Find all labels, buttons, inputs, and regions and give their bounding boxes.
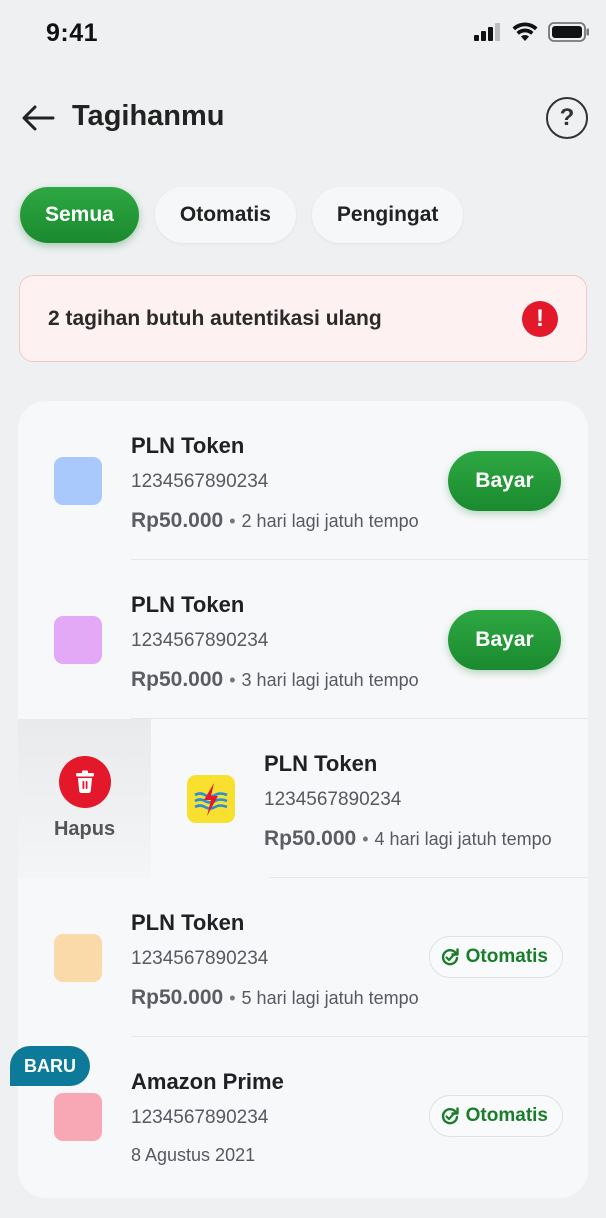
bill-due: 3 hari lagi jatuh tempo: [241, 670, 419, 690]
reauth-alert-banner[interactable]: 2 tagihan butuh autentikasi ulang !: [19, 275, 587, 362]
page-title: Tagihanmu: [72, 100, 225, 132]
biller-logo: [54, 616, 102, 664]
bill-list: PLN Token 1234567890234 Rp50.000 • 2 hari …: [18, 401, 588, 1198]
biller-logo: [54, 457, 102, 505]
help-button[interactable]: ?: [546, 97, 588, 139]
bill-name: PLN Token: [131, 433, 245, 458]
bill-row-swiped[interactable]: Hapus PLN Token 1234567890234 Rp50.000 • 4…: [18, 719, 588, 878]
bill-number: 1234567890234: [131, 1107, 269, 1128]
pay-button[interactable]: Bayar: [448, 610, 561, 670]
autopay-chip[interactable]: Otomatis: [428, 1095, 563, 1137]
biller-logo: [54, 1093, 102, 1141]
bill-name: Amazon Prime: [131, 1069, 284, 1094]
autopay-label: Otomatis: [465, 946, 548, 967]
status-bar: 9:41: [0, 0, 606, 70]
back-button[interactable]: [20, 100, 56, 136]
tab-pengingat[interactable]: Pengingat: [311, 187, 464, 243]
bill-amount: Rp50.000: [131, 986, 224, 1009]
trash-icon: [58, 756, 111, 808]
bill-row[interactable]: PLN Token 1234567890234 Rp50.000 • 2 hari …: [18, 401, 588, 560]
new-badge: BARU: [10, 1046, 90, 1086]
alert-text: 2 tagihan butuh autentikasi ulang: [48, 306, 382, 330]
delete-label: Hapus: [53, 818, 116, 840]
bill-due: 5 hari lagi jatuh tempo: [241, 988, 419, 1008]
bill-name: PLN Token: [131, 592, 245, 617]
bill-name: PLN Token: [131, 910, 245, 935]
auto-refresh-icon: [441, 948, 459, 966]
bill-meta: Rp50.000 • 3 hari lagi jatuh tempo: [131, 668, 419, 691]
bill-meta: Rp50.000 • 4 hari lagi jatuh tempo: [264, 827, 552, 850]
bill-row[interactable]: Amazon Prime 1234567890234 8 Agustus 202…: [18, 1037, 588, 1196]
pln-logo-icon: [187, 775, 235, 823]
bill-number: 1234567890234: [131, 471, 269, 492]
biller-logo: [54, 934, 102, 982]
bill-date: 8 Agustus 2021: [131, 1145, 256, 1165]
status-time: 9:41: [46, 19, 99, 47]
bill-number: 1234567890234: [131, 630, 269, 651]
autopay-label: Otomatis: [465, 1105, 548, 1126]
header: Tagihanmu ?: [0, 90, 606, 150]
help-icon: ?: [559, 104, 575, 131]
delete-button[interactable]: Hapus: [18, 719, 151, 878]
wifi-icon: [512, 22, 538, 41]
status-icons: [474, 22, 590, 42]
bill-row[interactable]: PLN Token 1234567890234 Rp50.000 • 5 hari …: [18, 878, 588, 1037]
bill-number: 1234567890234: [264, 789, 402, 810]
bill-amount: Rp50.000: [131, 509, 224, 532]
bill-name: PLN Token: [264, 751, 378, 776]
bill-due: 2 hari lagi jatuh tempo: [241, 511, 419, 531]
tab-otomatis[interactable]: Otomatis: [154, 187, 296, 243]
filter-tabs: Semua Otomatis Pengingat: [20, 187, 464, 243]
arrow-left-icon: [22, 105, 55, 131]
bill-due: 4 hari lagi jatuh tempo: [374, 829, 552, 849]
bill-number: 1234567890234: [131, 948, 269, 969]
bill-amount: Rp50.000: [264, 827, 357, 850]
bill-amount: Rp50.000: [131, 668, 224, 691]
bill-meta: Rp50.000 • 2 hari lagi jatuh tempo: [131, 509, 419, 532]
auto-refresh-icon: [441, 1107, 459, 1125]
signal-icon: [474, 23, 500, 41]
pay-button[interactable]: Bayar: [448, 451, 561, 511]
bill-meta: Rp50.000 • 5 hari lagi jatuh tempo: [131, 986, 419, 1009]
battery-icon: [548, 22, 589, 42]
exclamation-icon: !: [522, 300, 558, 337]
bill-row[interactable]: PLN Token 1234567890234 Rp50.000 • 3 hari …: [18, 560, 588, 719]
autopay-chip[interactable]: Otomatis: [428, 936, 563, 978]
tab-semua[interactable]: Semua: [20, 187, 139, 243]
